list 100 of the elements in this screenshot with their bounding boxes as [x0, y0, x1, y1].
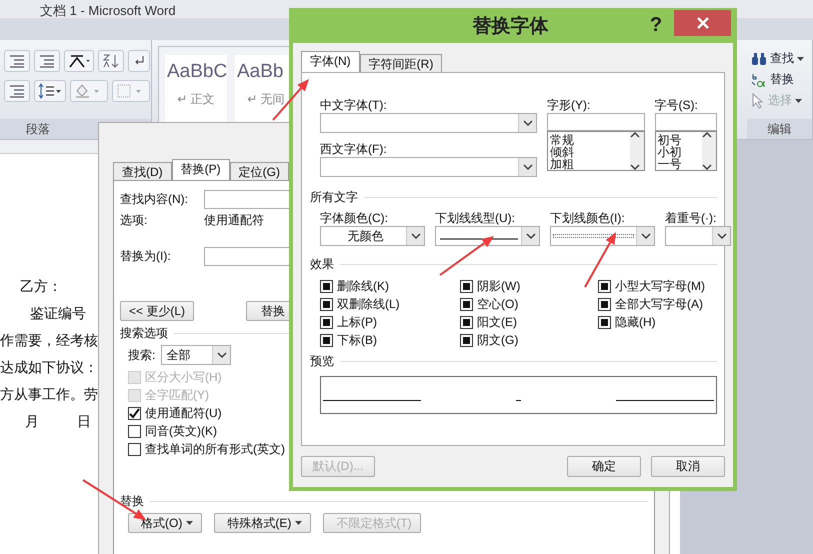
dialog-tab[interactable]: 字体(N): [301, 51, 360, 72]
checkbox-label: 全字匹配(Y): [145, 386, 209, 404]
dialog-tab[interactable]: 替换(P): [172, 159, 230, 180]
underline-color-select[interactable]: [550, 226, 655, 246]
checkbox[interactable]: [320, 316, 333, 328]
dialog-tab[interactable]: 查找(D): [113, 162, 172, 180]
document-text: 月: [25, 413, 39, 431]
field-label: 着重号(·):: [665, 210, 718, 226]
list-item[interactable]: 小初: [658, 146, 700, 158]
distributed-icon[interactable]: [4, 80, 30, 102]
annotation-arrow: [272, 79, 309, 121]
checkbox[interactable]: [460, 280, 473, 292]
sort-icon[interactable]: [98, 50, 124, 72]
increase-indent-icon[interactable]: [34, 50, 60, 72]
replace-icon: [751, 72, 767, 88]
section-title: 预览: [310, 353, 334, 370]
font-color-select[interactable]: 无颜色: [320, 226, 425, 246]
style-name: ↵ 无间: [246, 91, 286, 108]
annotation-arrow: [584, 232, 616, 288]
line-spacing-icon[interactable]: [34, 80, 66, 102]
list-item[interactable]: 加粗: [550, 158, 628, 170]
document-text: 达成如下协议：: [0, 359, 98, 377]
scroll-up-icon[interactable]: [702, 132, 712, 138]
document-text: 方从事工作。劳: [0, 386, 98, 404]
field-label: 西文字体(F):: [320, 141, 388, 157]
dialog-title: 替换字体: [472, 14, 550, 38]
field-label: 下划线线型(U):: [435, 210, 516, 226]
checkbox[interactable]: [460, 316, 473, 328]
checkbox[interactable]: [460, 298, 473, 310]
field-label: 中文字体(T):: [320, 97, 388, 113]
group-label: 编辑: [747, 119, 812, 139]
document-text: 乙方：: [20, 278, 62, 296]
paragraph-mark-icon[interactable]: [128, 50, 150, 72]
list-item[interactable]: 一号: [658, 158, 700, 170]
dialog-tab[interactable]: 字符间距(R): [360, 54, 442, 72]
less-button[interactable]: << 更少(L): [120, 301, 194, 321]
select-value: 无颜色: [346, 228, 384, 244]
style-tile[interactable]: AaBbC ↵ 正文: [165, 55, 227, 124]
field-label: 搜索:: [128, 346, 156, 364]
decrease-indent-icon[interactable]: [4, 50, 30, 72]
section-title: 搜索选项: [120, 325, 168, 342]
checkbox[interactable]: [598, 298, 611, 310]
checkbox[interactable]: [128, 442, 141, 456]
font-style-list[interactable]: 常规 倾斜 加粗: [547, 131, 645, 171]
checkbox-label: 阳文(E): [477, 314, 517, 330]
window-title: 文档 1 - Microsoft Word: [40, 3, 176, 18]
checkbox-label: 上标(P): [337, 314, 377, 330]
format-button[interactable]: 格式(O): [128, 513, 202, 533]
help-button[interactable]: ?: [638, 14, 674, 37]
field-label: 查找内容(N):: [120, 190, 189, 208]
dialog-tab[interactable]: 定位(G): [230, 162, 289, 180]
checkbox[interactable]: [320, 298, 333, 310]
checkbox[interactable]: [598, 316, 611, 328]
dialog-button[interactable]: 取消: [651, 456, 725, 477]
close-icon: [696, 17, 708, 29]
checkbox-label: 小型大写字母(M): [615, 278, 705, 294]
field-label: 字号(S):: [654, 97, 699, 113]
field-label: 下划线颜色(I):: [550, 210, 626, 226]
checkbox-label: 区分大小写(H): [145, 368, 222, 386]
style-sample: AaBb: [236, 60, 284, 84]
underline-style-select[interactable]: [435, 226, 540, 246]
ribbon-command[interactable]: 查找: [751, 50, 808, 67]
list-item[interactable]: 倾斜: [550, 146, 628, 158]
field-label: 字体颜色(C):: [320, 210, 389, 226]
close-button[interactable]: [674, 10, 731, 36]
checkbox[interactable]: [320, 280, 333, 292]
checkbox[interactable]: [598, 280, 611, 292]
text-direction-icon[interactable]: [64, 50, 94, 72]
section-title: 效果: [310, 256, 334, 273]
checkbox-label: 隐藏(H): [615, 314, 656, 330]
checkbox-label: 查找单词的所有形式(英文): [145, 440, 285, 458]
field-label: 字形(Y):: [547, 97, 592, 113]
checkbox-label: 空心(O): [477, 296, 518, 312]
checkbox[interactable]: [460, 334, 473, 346]
ribbon-command[interactable]: 替换: [751, 71, 808, 88]
dialog-button[interactable]: 确定: [567, 456, 641, 477]
checkbox[interactable]: [128, 406, 141, 420]
document-text: 日: [77, 413, 91, 431]
checkbox[interactable]: [128, 424, 141, 438]
select-value: 全部: [165, 346, 192, 364]
section-title: 所有文字: [310, 189, 358, 206]
font-size-field[interactable]: [654, 113, 717, 131]
options-value: 使用通配符: [204, 212, 264, 228]
field-label: 选项:: [120, 212, 148, 228]
style-sample: AaBbC: [166, 60, 227, 84]
format-button[interactable]: 特殊格式(E): [214, 513, 312, 533]
list-item[interactable]: 常规: [550, 134, 628, 146]
font-style-field[interactable]: [547, 113, 645, 131]
section-title: 替换: [120, 493, 144, 510]
scroll-up-icon[interactable]: [630, 132, 640, 138]
font-size-list[interactable]: 初号 小初 一号: [654, 131, 717, 171]
style-name: ↵ 正文: [176, 91, 216, 108]
document-text: 作需要，经考核: [0, 332, 98, 350]
checkbox-label: 使用通配符(U): [145, 404, 222, 422]
checkbox-label: 双删除线(L): [337, 296, 400, 312]
checkbox[interactable]: [320, 334, 333, 346]
document-text: 鉴证编号: [30, 305, 86, 323]
search-direction-select[interactable]: 全部: [161, 345, 232, 365]
list-item[interactable]: 初号: [658, 134, 700, 146]
binoculars-icon: [751, 52, 767, 66]
